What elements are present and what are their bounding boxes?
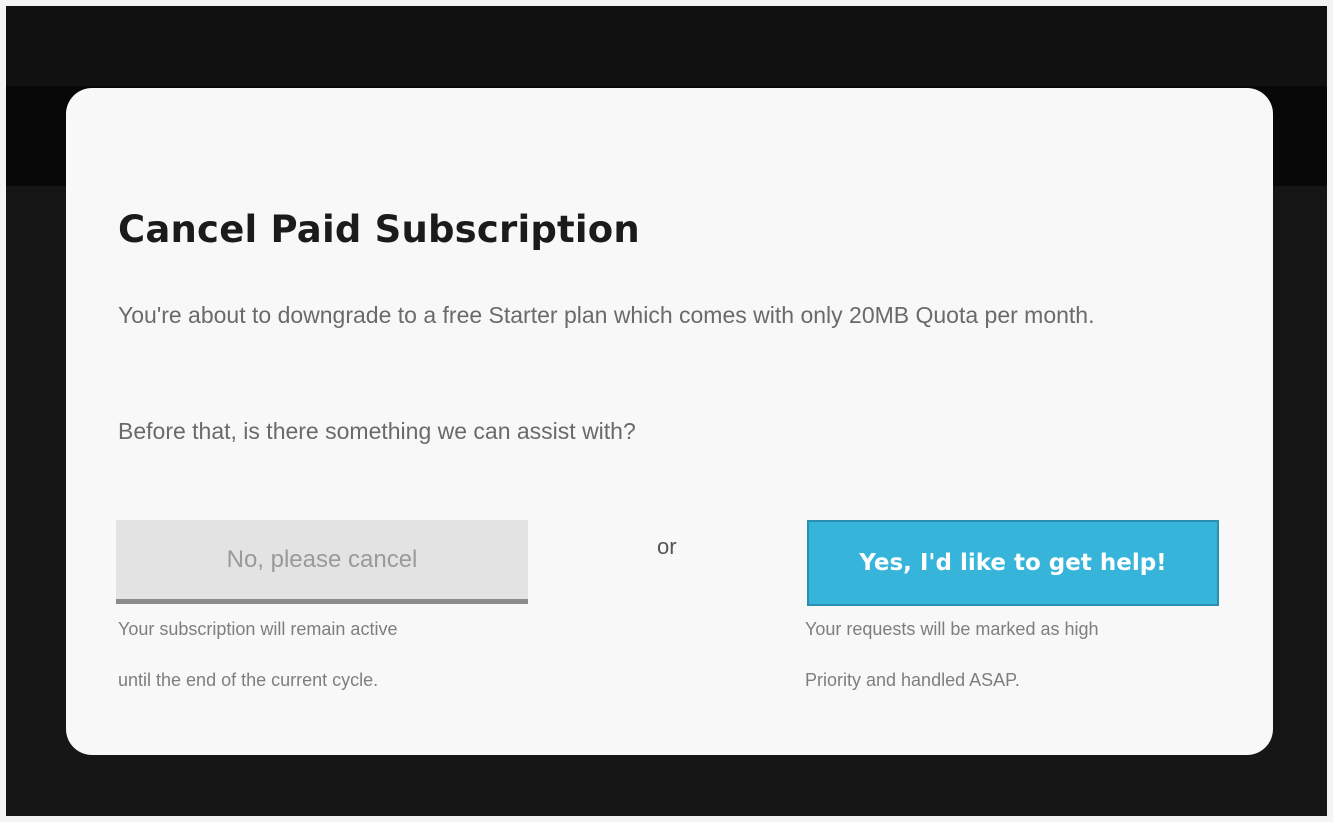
cancel-caption: Your subscription will remain active unt… bbox=[118, 604, 538, 706]
help-caption: Your requests will be marked as high Pri… bbox=[805, 604, 1225, 706]
get-help-button[interactable]: Yes, I'd like to get help! bbox=[807, 520, 1219, 606]
cancel-subscription-dialog: Cancel Paid Subscription You're about to… bbox=[66, 88, 1273, 755]
cancel-caption-line-2: until the end of the current cycle. bbox=[118, 670, 379, 690]
backdrop-top bbox=[6, 6, 1327, 86]
dialog-question-text: Before that, is there something we can a… bbox=[118, 418, 636, 444]
or-separator: or bbox=[657, 534, 677, 559]
cancel-caption-line-1: Your subscription will remain active bbox=[118, 619, 398, 639]
cancel-subscription-button[interactable]: No, please cancel bbox=[116, 520, 528, 604]
help-caption-line-2: Priority and handled ASAP. bbox=[805, 670, 1020, 690]
help-caption-line-1: Your requests will be marked as high bbox=[805, 619, 1099, 639]
dialog-intro-text: You're about to downgrade to a free Star… bbox=[118, 302, 1095, 328]
dialog-title: Cancel Paid Subscription bbox=[118, 208, 640, 251]
